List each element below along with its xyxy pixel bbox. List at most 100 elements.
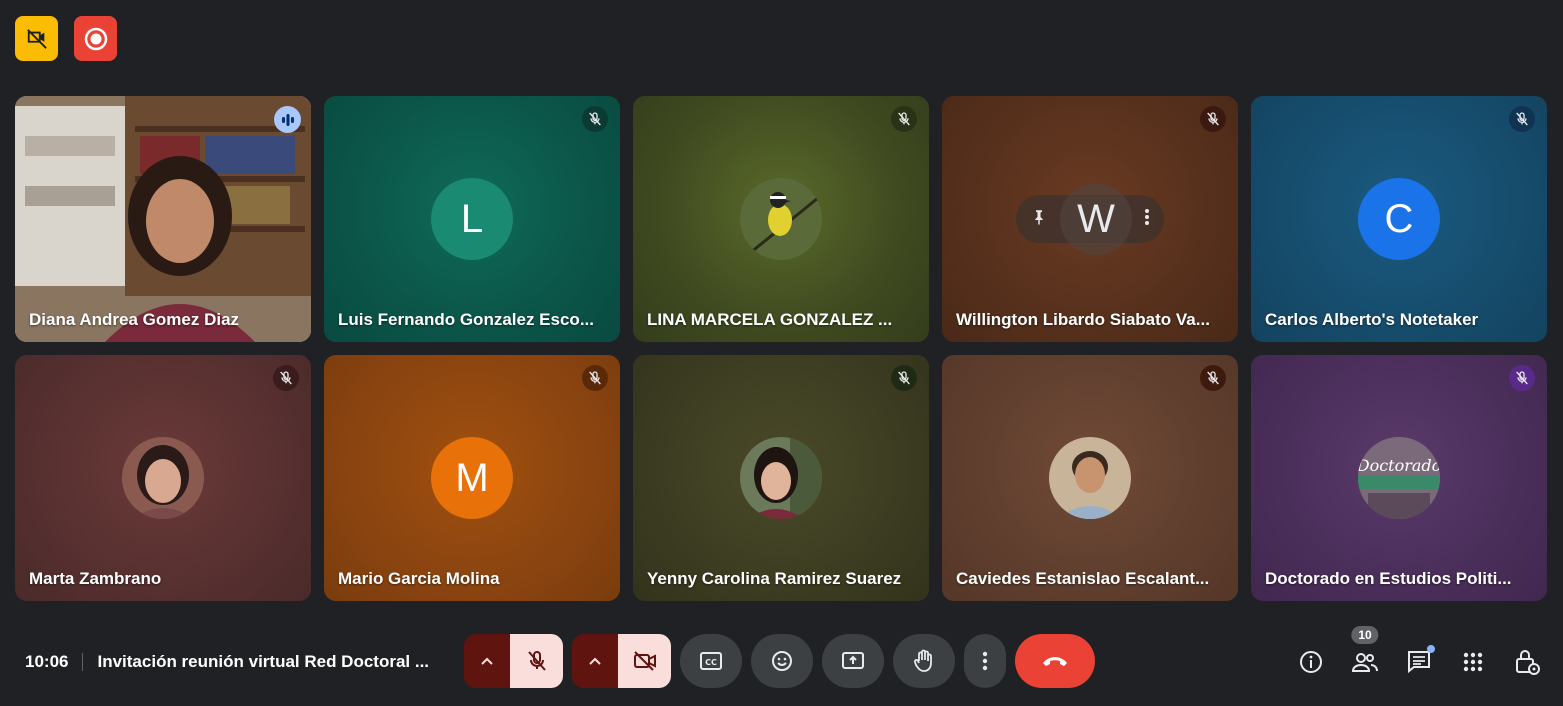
captions-button[interactable]: CC — [680, 634, 742, 688]
meeting-title[interactable]: Invitación reunión virtual Red Doctoral … — [97, 652, 429, 672]
logo-text: Doctorado — [1358, 456, 1440, 475]
chat-button[interactable] — [1405, 645, 1435, 676]
participant-name: Marta Zambrano — [29, 569, 162, 588]
mic-off-badge — [891, 106, 917, 132]
mic-off-badge — [273, 365, 299, 391]
pin-button[interactable] — [1030, 208, 1048, 231]
present-icon — [842, 652, 864, 669]
top-badges — [15, 16, 117, 61]
mic-off-badge — [582, 106, 608, 132]
closed-captions-icon: CC — [700, 652, 722, 670]
participant-tile[interactable]: C Carlos Alberto's Notetaker — [1251, 96, 1547, 342]
chevron-up-icon — [481, 657, 493, 665]
chevron-up-icon — [589, 657, 601, 665]
participant-name: Mario Garcia Molina — [338, 569, 500, 588]
mic-off-badge — [1509, 106, 1535, 132]
mic-control — [464, 634, 563, 688]
video-feed — [15, 96, 311, 342]
meeting-details-button[interactable] — [1297, 648, 1325, 676]
participant-name: Yenny Carolina Ramirez Suarez — [647, 569, 902, 588]
mic-off-icon — [1207, 371, 1219, 385]
avatar: C — [1358, 178, 1440, 260]
participant-tile[interactable]: Yenny Carolina Ramirez Suarez — [633, 355, 929, 601]
avatar: W — [1060, 183, 1132, 255]
side-panel-icons: 10 — [1297, 626, 1541, 676]
participant-tile[interactable]: Doctorado Doctorado en Estudios Politi..… — [1251, 355, 1547, 601]
mic-off-icon — [898, 371, 910, 385]
chat-icon — [1408, 651, 1430, 674]
mic-off-badge — [1200, 365, 1226, 391]
toggle-mic-button[interactable] — [510, 634, 563, 688]
more-options-button[interactable] — [1144, 208, 1150, 231]
emoji-icon — [772, 651, 792, 671]
pin-icon — [1035, 209, 1043, 224]
video-options-button[interactable] — [572, 634, 618, 688]
camera-control — [572, 634, 671, 688]
leave-call-button[interactable] — [1015, 634, 1095, 688]
no-video-badge[interactable] — [15, 16, 58, 61]
tile-hover-menu: W — [1016, 183, 1164, 255]
participant-grid: Diana Andrea Gomez Diaz L Luis Fernando … — [15, 96, 1547, 601]
participant-name: Luis Fernando Gonzalez Esco... — [338, 310, 594, 329]
profile-photo — [122, 437, 204, 519]
apps-grid-icon — [1463, 652, 1483, 672]
doctorado-logo: Doctorado — [1358, 437, 1440, 519]
mic-off-badge — [891, 365, 917, 391]
avatar — [740, 437, 822, 519]
participant-name: LINA MARCELA GONZALEZ ... — [647, 310, 893, 329]
participant-tile[interactable]: L Luis Fernando Gonzalez Esco... — [324, 96, 620, 342]
mic-off-icon — [527, 650, 546, 671]
more-vert-icon — [982, 651, 988, 671]
profile-photo — [1049, 437, 1131, 519]
mic-off-icon — [1207, 112, 1219, 126]
participant-tile[interactable]: LINA MARCELA GONZALEZ ... — [633, 96, 929, 342]
toggle-camera-button[interactable] — [618, 634, 671, 688]
participant-name: Caviedes Estanislao Escalant... — [956, 569, 1210, 588]
audio-options-button[interactable] — [464, 634, 510, 688]
mic-off-icon — [589, 371, 601, 385]
bird-photo — [740, 178, 822, 260]
avatar — [1049, 437, 1131, 519]
participant-tile[interactable]: Diana Andrea Gomez Diaz — [15, 96, 311, 342]
lock-settings-icon — [1516, 650, 1540, 675]
unread-dot — [1427, 645, 1435, 653]
avatar — [740, 178, 822, 260]
svg-text:CC: CC — [705, 658, 717, 667]
more-vert-icon — [1145, 208, 1149, 225]
participant-name: Diana Andrea Gomez Diaz — [29, 310, 240, 329]
participant-tile[interactable]: W Willington Libardo Siabato Va... — [942, 96, 1238, 342]
reactions-button[interactable] — [751, 634, 813, 688]
participant-tile[interactable]: Marta Zambrano — [15, 355, 311, 601]
people-button[interactable]: 10 — [1351, 626, 1379, 676]
raise-hand-button[interactable] — [893, 634, 955, 688]
meeting-time: 10:06 — [25, 652, 69, 671]
more-options-button[interactable] — [964, 634, 1006, 688]
people-icon — [1351, 653, 1378, 672]
mic-off-badge — [582, 365, 608, 391]
participant-tile[interactable]: Caviedes Estanislao Escalant... — [942, 355, 1238, 601]
mic-off-icon — [898, 112, 910, 126]
participant-count-badge: 10 — [1351, 626, 1379, 644]
profile-photo — [740, 437, 822, 519]
present-screen-button[interactable] — [822, 634, 884, 688]
record-icon — [84, 27, 107, 50]
mic-off-icon — [280, 371, 292, 385]
recording-badge[interactable] — [74, 16, 117, 61]
hand-icon — [914, 649, 932, 672]
mic-off-icon — [1516, 371, 1528, 385]
call-controls: CC — [464, 634, 1095, 688]
host-controls-button[interactable] — [1513, 648, 1541, 676]
camera-off-icon — [633, 651, 656, 671]
video-off-icon — [26, 28, 47, 49]
hang-up-icon — [1043, 657, 1067, 666]
participant-name: Willington Libardo Siabato Va... — [956, 310, 1210, 329]
participant-name: Doctorado en Estudios Politi... — [1265, 569, 1512, 588]
activities-button[interactable] — [1459, 648, 1487, 676]
speaking-indicator — [274, 106, 301, 133]
divider — [82, 653, 84, 671]
avatar — [122, 437, 204, 519]
avatar: Doctorado — [1358, 437, 1440, 519]
meeting-info: 10:06 Invitación reunión virtual Red Doc… — [25, 652, 429, 672]
participant-tile[interactable]: M Mario Garcia Molina — [324, 355, 620, 601]
avatar: L — [431, 178, 513, 260]
